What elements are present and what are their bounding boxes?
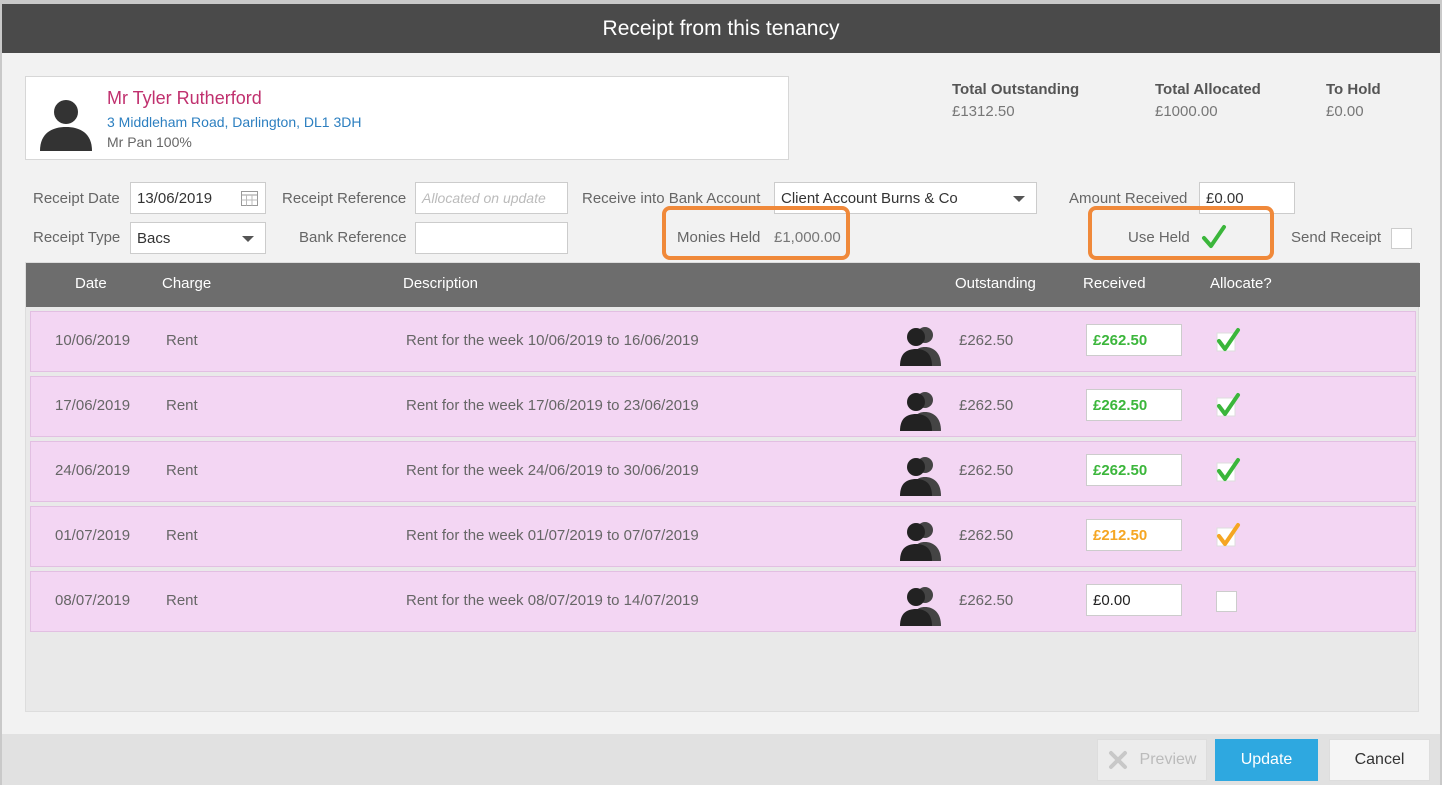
row-date: 01/07/2019 xyxy=(55,527,131,544)
column-header-outstanding: Outstanding xyxy=(955,275,1036,292)
table-header: Date Charge Description Outstanding Rece… xyxy=(26,263,1420,307)
total-outstanding-label: Total Outstanding xyxy=(952,81,1080,98)
amount-received-label: Amount Received xyxy=(1069,190,1188,207)
tenant-address-link[interactable]: 3 Middleham Road, Darlington, DL1 3DH xyxy=(107,114,361,130)
chevron-down-icon xyxy=(1013,196,1025,202)
column-header-allocate: Allocate? xyxy=(1210,275,1272,292)
tenant-people-icon[interactable] xyxy=(899,584,943,626)
row-description: Rent for the week 24/06/2019 to 30/06/20… xyxy=(406,462,699,479)
table-row[interactable]: 01/07/2019 Rent Rent for the week 01/07/… xyxy=(30,506,1416,567)
preview-button[interactable]: Preview xyxy=(1097,739,1207,781)
allocate-checkbox[interactable] xyxy=(1216,591,1237,612)
person-icon xyxy=(40,100,92,151)
row-date: 08/07/2019 xyxy=(55,592,131,609)
row-charge: Rent xyxy=(166,592,198,609)
charges-table: Date Charge Description Outstanding Rece… xyxy=(25,262,1420,712)
chevron-down-icon xyxy=(242,236,254,242)
monies-held-label: Monies Held xyxy=(677,229,761,246)
dialog-title: Receipt from this tenancy xyxy=(602,16,840,40)
update-label: Update xyxy=(1240,751,1293,768)
cancel-label: Cancel xyxy=(1354,751,1405,768)
bank-reference-label: Bank Reference xyxy=(299,229,407,246)
receipt-type-label: Receipt Type xyxy=(33,229,121,246)
cancel-button[interactable]: Cancel xyxy=(1329,739,1430,781)
row-description: Rent for the week 10/06/2019 to 16/06/20… xyxy=(406,332,699,349)
row-received-input[interactable]: £212.50 xyxy=(1086,519,1182,551)
receipt-date-field[interactable]: 13/06/2019 xyxy=(130,182,266,214)
dialog-footer: Preview Update Cancel xyxy=(2,734,1440,785)
tenant-card: Mr Tyler Rutherford 3 Middleham Road, Da… xyxy=(25,76,789,160)
table-row[interactable]: 10/06/2019 Rent Rent for the week 10/06/… xyxy=(30,311,1416,372)
row-charge: Rent xyxy=(166,527,198,544)
receipt-type-value: Bacs xyxy=(137,230,171,247)
tenant-people-icon[interactable] xyxy=(899,519,943,561)
row-date: 17/06/2019 xyxy=(55,397,131,414)
to-hold-value: £0.00 xyxy=(1326,103,1364,120)
total-outstanding-value: £1312.50 xyxy=(952,103,1015,120)
row-received-input[interactable]: £262.50 xyxy=(1086,389,1182,421)
row-date: 24/06/2019 xyxy=(55,462,131,479)
column-header-received: Received xyxy=(1083,275,1146,292)
bank-account-label: Receive into Bank Account xyxy=(582,190,761,207)
tenant-name-link[interactable]: Mr Tyler Rutherford xyxy=(107,88,262,109)
table-row[interactable]: 17/06/2019 Rent Rent for the week 17/06/… xyxy=(30,376,1416,437)
row-date: 10/06/2019 xyxy=(55,332,131,349)
row-received-input[interactable]: £262.50 xyxy=(1086,454,1182,486)
row-description: Rent for the week 08/07/2019 to 14/07/20… xyxy=(406,592,699,609)
row-outstanding: £262.50 xyxy=(959,462,1014,479)
bank-account-value: Client Account Burns & Co xyxy=(781,190,958,207)
column-header-description: Description xyxy=(403,275,479,292)
allocate-checkbox[interactable] xyxy=(1215,522,1241,548)
receipt-date-label: Receipt Date xyxy=(33,190,120,207)
tenant-people-icon[interactable] xyxy=(899,454,943,496)
row-charge: Rent xyxy=(166,462,198,479)
receipt-date-value: 13/06/2019 xyxy=(137,190,213,207)
row-outstanding: £262.50 xyxy=(959,332,1014,349)
receipt-reference-input[interactable]: Allocated on update xyxy=(415,182,568,214)
row-charge: Rent xyxy=(166,397,198,414)
row-description: Rent for the week 01/07/2019 to 07/07/20… xyxy=(406,527,699,544)
row-received-input[interactable]: £262.50 xyxy=(1086,324,1182,356)
row-charge: Rent xyxy=(166,332,198,349)
allocate-checkbox[interactable] xyxy=(1215,392,1241,418)
use-held-checkbox[interactable] xyxy=(1201,224,1227,250)
tenant-share: Mr Pan 100% xyxy=(107,134,192,150)
preview-label: Preview xyxy=(1139,751,1197,768)
dialog-title-bar: Receipt from this tenancy xyxy=(2,4,1440,53)
row-outstanding: £262.50 xyxy=(959,527,1014,544)
to-hold-label: To Hold xyxy=(1326,81,1381,98)
row-outstanding: £262.50 xyxy=(959,592,1014,609)
amount-received-value: £0.00 xyxy=(1206,190,1244,207)
row-description: Rent for the week 17/06/2019 to 23/06/20… xyxy=(406,397,699,414)
allocate-checkbox[interactable] xyxy=(1215,457,1241,483)
bank-reference-input[interactable] xyxy=(415,222,568,254)
calendar-icon[interactable] xyxy=(241,191,258,206)
close-icon xyxy=(1108,751,1127,769)
table-row[interactable]: 24/06/2019 Rent Rent for the week 24/06/… xyxy=(30,441,1416,502)
send-receipt-label: Send Receipt xyxy=(1291,229,1382,246)
tenant-people-icon[interactable] xyxy=(899,389,943,431)
tenant-people-icon[interactable] xyxy=(899,324,943,366)
receipt-dialog: Receipt from this tenancy Mr Tyler Ruthe… xyxy=(2,4,1440,785)
use-held-label: Use Held xyxy=(1128,229,1190,246)
monies-held-value: £1,000.00 xyxy=(774,229,841,246)
table-row[interactable]: 08/07/2019 Rent Rent for the week 08/07/… xyxy=(30,571,1416,632)
row-received-input[interactable]: £0.00 xyxy=(1086,584,1182,616)
allocate-checkbox[interactable] xyxy=(1215,327,1241,353)
column-header-charge: Charge xyxy=(162,275,212,292)
column-header-date: Date xyxy=(75,275,107,292)
update-button[interactable]: Update xyxy=(1215,739,1318,781)
receipt-type-select[interactable]: Bacs xyxy=(130,222,266,254)
total-allocated-value: £1000.00 xyxy=(1155,103,1218,120)
row-outstanding: £262.50 xyxy=(959,397,1014,414)
send-receipt-checkbox[interactable] xyxy=(1391,228,1412,249)
total-allocated-label: Total Allocated xyxy=(1155,81,1261,98)
receipt-reference-label: Receipt Reference xyxy=(282,190,407,207)
